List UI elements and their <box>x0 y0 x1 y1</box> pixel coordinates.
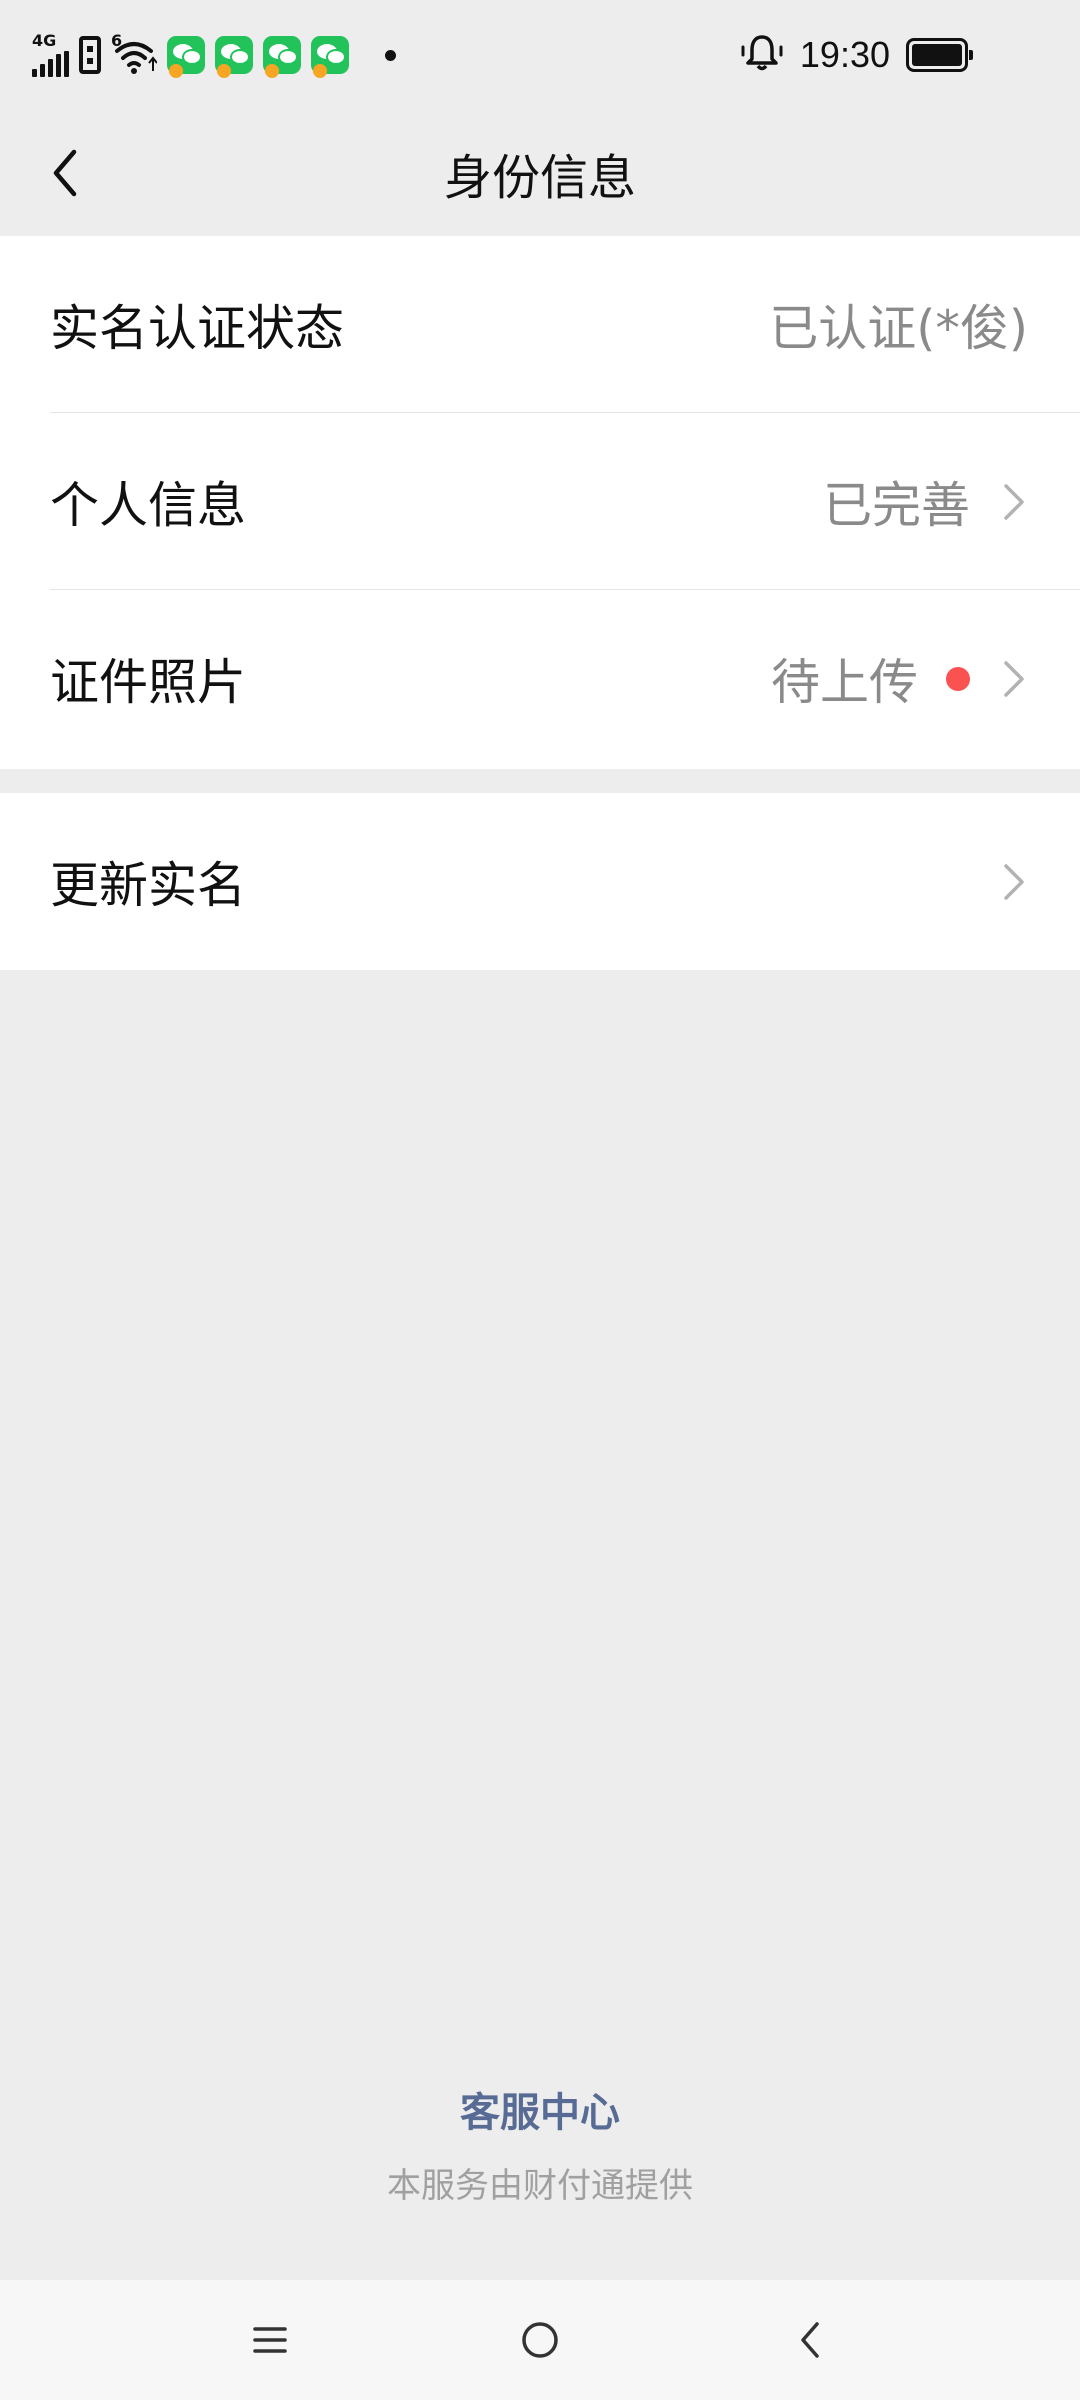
system-navigation-bar <box>0 2280 1080 2400</box>
list-item-verification-status: 实名认证状态 已认证(*俊) <box>0 236 1080 413</box>
chevron-right-icon <box>1000 657 1028 701</box>
service-provider-note: 本服务由财付通提供 <box>387 2166 693 2206</box>
identity-settings-list: 实名认证状态 已认证(*俊) 个人信息 已完善 证件照片 待上传 <box>0 236 1080 769</box>
update-verification-list: 更新实名 <box>0 793 1080 970</box>
alarm-bell-icon <box>740 33 784 77</box>
status-bar: 4G 6 19:30 <box>0 0 1080 110</box>
verification-status-value: 已认证(*俊) <box>769 300 1028 357</box>
chevron-left-icon <box>53 149 77 197</box>
chevron-right-icon <box>1000 860 1028 904</box>
wechat-icon <box>263 36 301 78</box>
wifi-label: 6 <box>111 31 123 50</box>
list-item-id-photos[interactable]: 证件照片 待上传 <box>0 590 1080 767</box>
list-item-label: 证件照片 <box>50 654 247 711</box>
home-circle-icon <box>522 2322 558 2358</box>
customer-service-link[interactable]: 客服中心 <box>0 2080 1080 2138</box>
navigation-bar: 身份信息 <box>0 110 1080 236</box>
list-item-update-real-name[interactable]: 更新实名 <box>0 793 1080 970</box>
menu-icon <box>253 2327 287 2353</box>
wechat-icon <box>167 36 205 78</box>
list-item-label: 更新实名 <box>50 857 247 914</box>
personal-info-status-value: 已完善 <box>822 477 970 534</box>
system-back-button[interactable] <box>780 2310 840 2370</box>
list-item-label: 实名认证状态 <box>50 300 345 357</box>
network-type-label: 4G <box>32 31 57 50</box>
list-item-label: 个人信息 <box>50 477 247 534</box>
wechat-icon <box>215 36 253 78</box>
id-photos-status-value: 待上传 <box>770 654 918 711</box>
identity-info-page: 4G 6 19:30 身份信息 实名认证状态 已认证(*俊) 个人信息 已完善 … <box>0 0 1080 2400</box>
wifi-icon: 6 <box>111 31 158 75</box>
wechat-icon <box>311 36 349 78</box>
back-button[interactable] <box>30 138 100 208</box>
battery-icon <box>906 38 973 72</box>
back-arrow-icon <box>801 2322 819 2358</box>
home-button[interactable] <box>510 2310 570 2370</box>
chevron-right-icon <box>1000 480 1028 524</box>
recent-apps-button[interactable] <box>240 2310 300 2370</box>
page-title: 身份信息 <box>443 150 636 206</box>
clock-time: 19:30 <box>799 34 890 75</box>
sim-icon <box>79 36 101 74</box>
notification-dot-icon <box>385 49 396 61</box>
list-item-personal-info[interactable]: 个人信息 已完善 <box>0 413 1080 590</box>
signal-icon: 4G <box>32 33 69 77</box>
red-dot-badge <box>946 666 970 691</box>
